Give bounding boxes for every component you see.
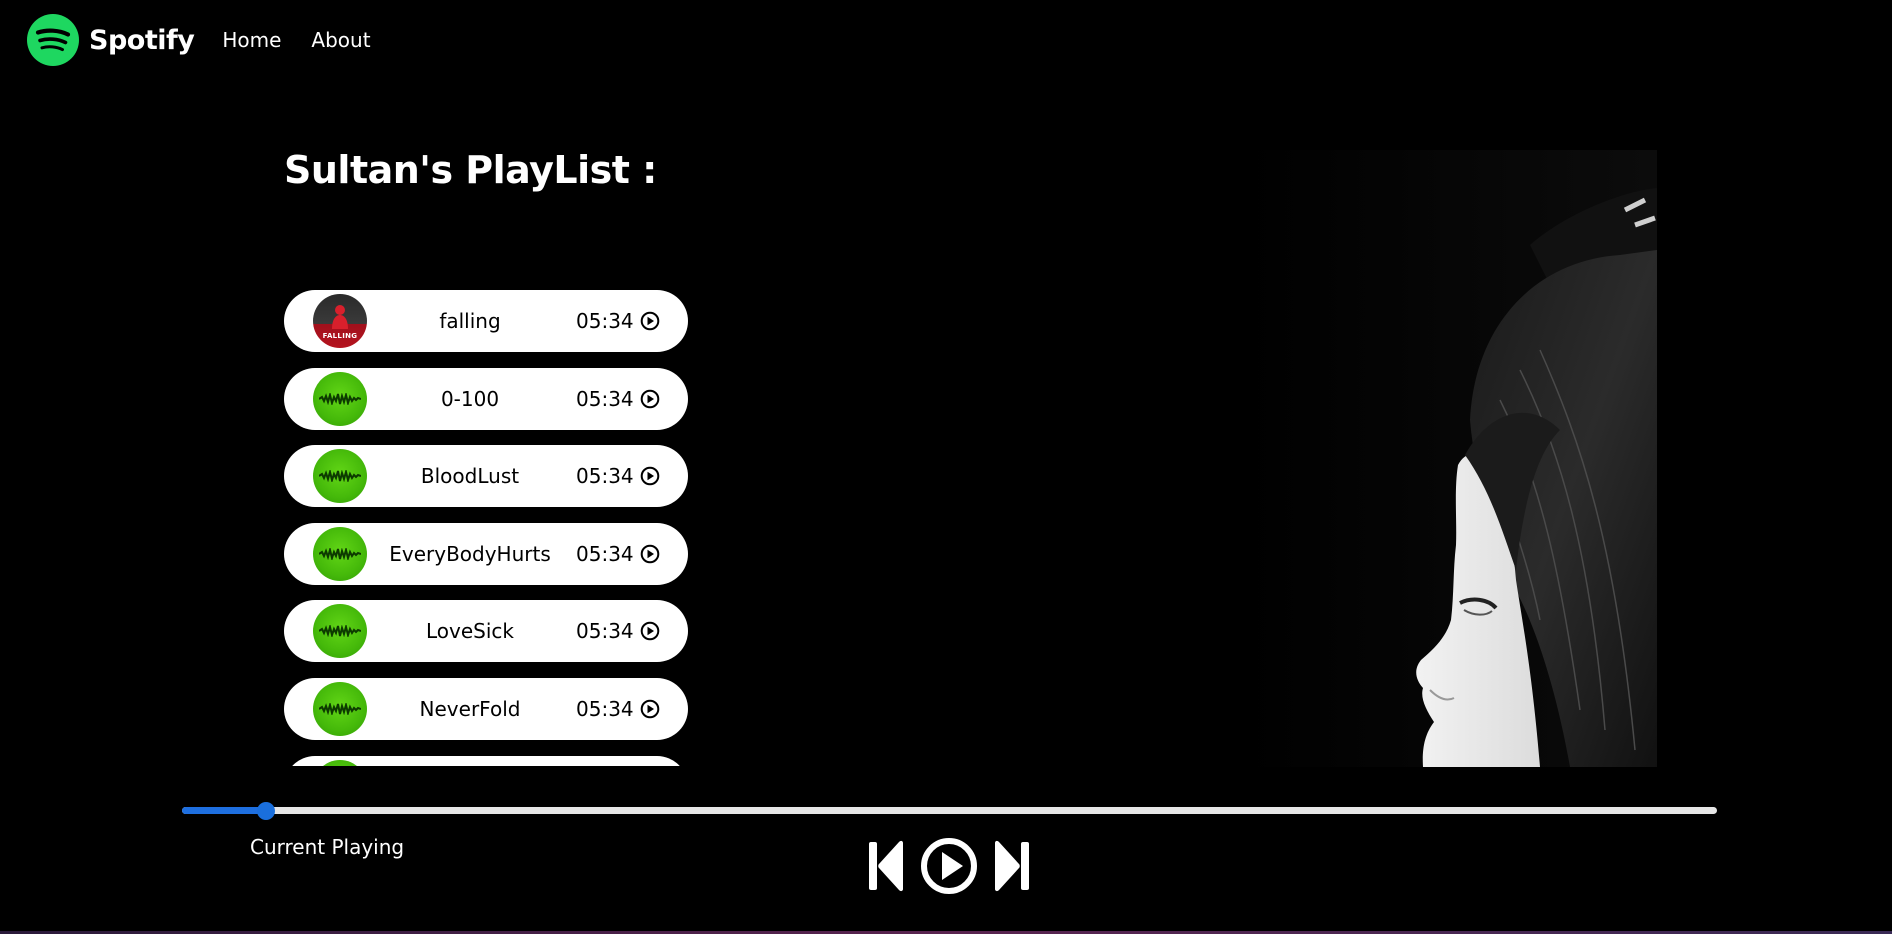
brand[interactable]: Spotify: [27, 14, 195, 66]
song-item[interactable]: [284, 755, 688, 766]
song-title: EveryBodyHurts: [389, 541, 551, 566]
player-controls: [867, 836, 1031, 896]
progress-slider[interactable]: [182, 802, 1717, 820]
song-title: BloodLust: [420, 464, 520, 489]
navbar: Spotify Home About: [0, 0, 1892, 80]
song-cover-no-name: [313, 681, 367, 736]
song-duration: 05:34: [576, 541, 634, 566]
artist-photo: [1240, 150, 1657, 767]
song-item[interactable]: 0-100 05:34: [284, 367, 688, 430]
song-cover-no-name: [313, 449, 367, 504]
next-icon[interactable]: [991, 838, 1031, 894]
song-play-icon[interactable]: [640, 544, 660, 564]
song-item[interactable]: EveryBodyHurts 05:34: [284, 522, 688, 585]
spotify-logo-icon[interactable]: [27, 14, 79, 66]
song-play-icon[interactable]: [640, 466, 660, 486]
song-item[interactable]: FALLING falling 05:34: [284, 290, 688, 352]
progress-fill: [182, 807, 267, 814]
waveform-icon: [319, 470, 361, 483]
song-list[interactable]: FALLING falling 05:34 0-100 05:34 BloodLust 05…: [284, 290, 688, 766]
waveform-icon: [319, 625, 361, 638]
play-icon[interactable]: [919, 836, 979, 896]
nav-link-about[interactable]: About: [311, 28, 370, 52]
song-title: NeverFold: [419, 696, 521, 721]
song-item[interactable]: NeverFold 05:34: [284, 677, 688, 740]
song-cover-no-name: [313, 759, 367, 766]
song-duration: 05:34: [576, 386, 634, 411]
song-play-icon[interactable]: [640, 389, 660, 409]
cover-caption: FALLING: [322, 332, 358, 340]
song-title: LoveSick: [426, 619, 514, 644]
song-item[interactable]: BloodLust 05:34: [284, 445, 688, 508]
song-cover-no-name: [313, 371, 367, 426]
song-play-icon[interactable]: [640, 311, 660, 331]
progress-thumb[interactable]: [257, 802, 276, 820]
song-duration: 05:34: [576, 696, 634, 721]
waveform-icon: [319, 547, 361, 560]
song-cover-no-name: [313, 604, 367, 659]
playlist-title: Sultan's PlayList :: [284, 148, 657, 192]
song-duration: 05:34: [576, 464, 634, 489]
brand-name: Spotify: [89, 24, 195, 56]
waveform-icon: [319, 392, 361, 405]
page: Spotify Home About Sultan's PlayList : F…: [0, 0, 1892, 934]
nav-link-home[interactable]: Home: [222, 28, 281, 52]
current-playing-label: Current Playing: [250, 835, 405, 859]
figure-icon: [332, 305, 348, 329]
song-play-icon[interactable]: [640, 621, 660, 641]
previous-icon[interactable]: [867, 838, 907, 894]
progress-track[interactable]: [182, 807, 1717, 814]
song-play-icon[interactable]: [640, 699, 660, 719]
song-item[interactable]: LoveSick 05:34: [284, 600, 688, 663]
song-cover-falling: FALLING: [313, 294, 367, 348]
song-title: 0-100: [440, 386, 500, 411]
waveform-icon: [319, 702, 361, 715]
song-title: [380, 756, 560, 766]
song-duration: 05:34: [576, 309, 634, 333]
song-title: falling: [439, 309, 501, 333]
song-cover-no-name: [313, 526, 367, 581]
song-duration: 05:34: [576, 619, 634, 644]
